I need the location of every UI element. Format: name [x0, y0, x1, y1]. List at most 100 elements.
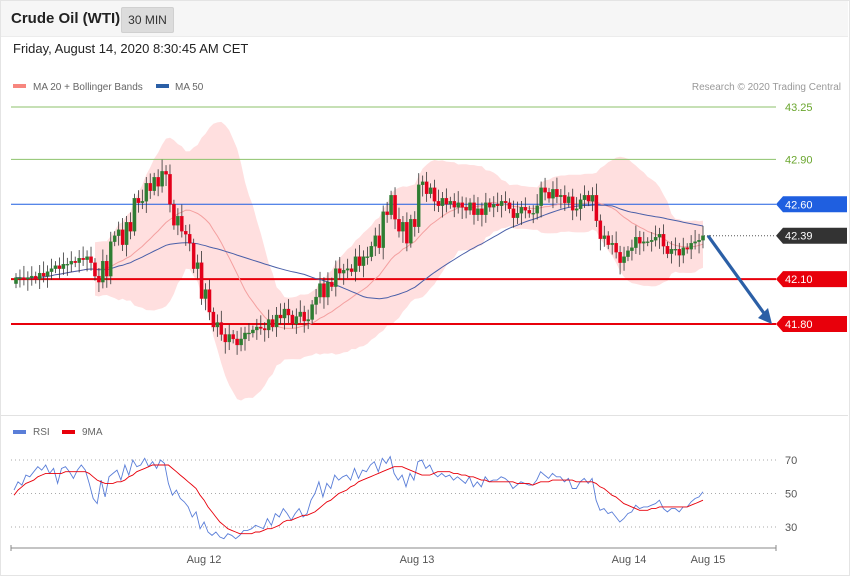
candle-body	[697, 240, 701, 242]
candle-body	[93, 262, 97, 277]
forecast-arrow-shaft	[706, 234, 768, 317]
candle-body	[109, 241, 113, 277]
candle-body	[405, 222, 409, 244]
candle-body	[112, 235, 117, 242]
candle-body	[318, 283, 322, 298]
candle	[191, 238, 196, 274]
candle-body	[128, 222, 133, 232]
candle-body	[65, 263, 70, 266]
candle-body	[669, 249, 674, 254]
rsi-ma-legend-label: 9MA	[82, 427, 103, 438]
candle-body	[665, 246, 670, 254]
rsi-legend-swatch	[13, 430, 26, 434]
candle-body	[73, 260, 77, 263]
candle-body	[661, 234, 666, 247]
price-level-labels: 43.25 42.90 42.60 42.39 42.10 41.80	[776, 102, 847, 332]
candle-body	[77, 258, 81, 263]
candle-body	[523, 207, 528, 211]
candle	[37, 265, 42, 289]
candle-body	[187, 234, 192, 244]
candle-body	[334, 268, 338, 287]
candle-body	[191, 243, 196, 269]
price-level-label-1: 42.90	[785, 154, 813, 166]
candle-body	[144, 183, 149, 202]
candle-body	[45, 271, 50, 277]
candle-body	[262, 328, 267, 331]
candle-body	[578, 199, 583, 209]
candle-body	[614, 243, 618, 253]
rsi-level-label-0: 70	[785, 455, 797, 467]
candle-body	[168, 174, 172, 205]
candle-body	[286, 308, 291, 316]
candle-body	[649, 240, 654, 242]
price-level-label-4: 42.10	[785, 274, 813, 286]
candle-body	[322, 283, 326, 298]
candle-body	[539, 187, 543, 206]
candle-body	[476, 208, 480, 215]
candle-body	[369, 246, 374, 257]
candle-body	[97, 275, 101, 283]
candle-body	[156, 177, 160, 187]
candle-body	[69, 260, 74, 265]
x-tick-label-1: Aug 13	[400, 554, 435, 566]
ma50-legend-swatch	[156, 84, 169, 88]
candle-body	[602, 235, 607, 239]
candle	[172, 199, 176, 230]
candle-body	[57, 265, 62, 269]
candle-body	[101, 260, 105, 283]
candle-body	[693, 241, 697, 244]
candle-body	[278, 314, 283, 319]
x-tick-label-2: Aug 14	[612, 554, 647, 566]
candle-body	[30, 275, 34, 278]
candle-body	[199, 262, 204, 299]
candle-body	[701, 235, 705, 241]
candle-body	[373, 235, 378, 247]
candle-body	[511, 208, 516, 218]
candle	[132, 193, 137, 236]
candle-body	[148, 183, 152, 191]
candle-body	[243, 332, 247, 340]
candle-body	[365, 256, 370, 258]
candle-body	[255, 326, 259, 331]
candle-body	[657, 234, 662, 238]
candle-body	[235, 338, 239, 346]
candle-body	[290, 314, 295, 325]
candle-body	[389, 195, 393, 215]
price-level-label-3: 42.39	[785, 231, 813, 243]
price-chart: MA 20 + Bollinger Bands MA 50 Research ©…	[10, 82, 847, 566]
rsi-ma-line	[13, 464, 704, 535]
rsi-ma-legend-swatch	[62, 430, 75, 434]
x-axis: Aug 12 Aug 13 Aug 14 Aug 15	[10, 545, 777, 566]
candle-body	[302, 311, 306, 322]
candle-body	[160, 171, 164, 187]
candle-body	[634, 237, 638, 248]
candle-body	[132, 198, 137, 232]
candle	[85, 250, 89, 272]
candle	[22, 265, 26, 286]
candle-body	[219, 322, 224, 335]
candle-body	[247, 332, 251, 335]
candle-body	[282, 308, 287, 319]
candle-body	[152, 177, 156, 191]
candle-body	[306, 319, 310, 322]
candle-body	[172, 204, 176, 226]
candle-body	[681, 247, 686, 256]
candle-body	[645, 241, 650, 243]
candle-body	[116, 229, 121, 236]
candle-body	[499, 201, 504, 206]
candle-body	[618, 252, 622, 263]
price-level-label-2: 42.60	[785, 199, 813, 211]
candle	[18, 269, 22, 288]
candle-body	[136, 198, 141, 203]
candle-body	[203, 289, 208, 299]
candle-body	[432, 187, 437, 202]
candle-body	[460, 202, 464, 208]
candle-body	[574, 208, 579, 211]
candle	[26, 271, 30, 291]
candle-body	[353, 256, 358, 272]
candle-body	[472, 202, 476, 215]
credit-text: Research © 2020 Trading Central	[692, 82, 841, 93]
candle-body	[266, 319, 271, 331]
bollinger-fill	[95, 121, 703, 401]
candle-body	[653, 237, 658, 241]
